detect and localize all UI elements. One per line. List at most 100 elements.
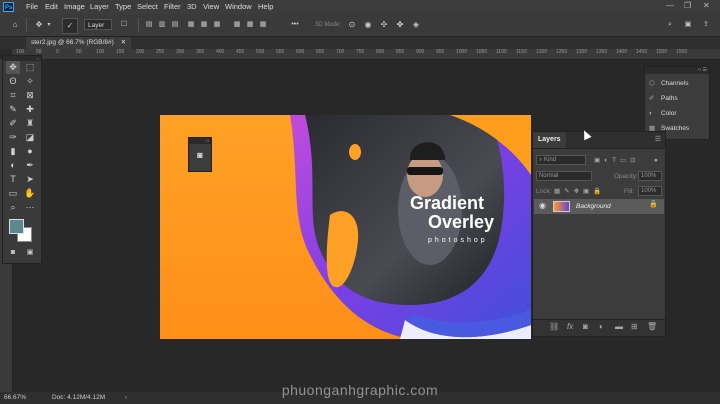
- move-tool-icon[interactable]: ✥: [6, 61, 20, 74]
- panel-collapse-icon[interactable]: ››: [189, 138, 211, 144]
- menu-edit[interactable]: Edit: [45, 2, 58, 11]
- gradient-tool-icon[interactable]: ▮: [6, 145, 20, 158]
- brush-tool-icon[interactable]: ✐: [6, 117, 20, 130]
- distribute-icon[interactable]: ▦: [258, 18, 268, 32]
- distribute-icon[interactable]: ▦: [232, 18, 242, 32]
- document-canvas[interactable]: Gradient Overley photoshop: [160, 115, 531, 339]
- history-brush-icon[interactable]: ✑: [6, 131, 20, 144]
- link-layers-icon[interactable]: ⛓: [549, 322, 559, 331]
- marquee-tool-icon[interactable]: ⬚: [23, 61, 37, 74]
- layer-thumbnail: [553, 201, 570, 212]
- pen-tool-icon[interactable]: ✒: [23, 159, 37, 172]
- blend-mode-dropdown[interactable]: Normal: [536, 171, 592, 181]
- minimize-icon[interactable]: —: [666, 1, 674, 10]
- filter-toggle-icon[interactable]: ●: [654, 154, 658, 167]
- panel-item-color[interactable]: ◐ Color: [649, 107, 677, 121]
- add-mask-icon[interactable]: ◙: [583, 322, 588, 331]
- chevron-down-icon[interactable]: ▾: [46, 18, 52, 32]
- workspace-icon[interactable]: ▣: [682, 18, 694, 32]
- move-tool-icon[interactable]: ✥: [32, 18, 46, 32]
- scale-3d-icon[interactable]: ◈: [410, 18, 422, 32]
- share-icon[interactable]: ⇪: [700, 18, 712, 32]
- tab-layers[interactable]: Layers: [533, 132, 566, 148]
- filter-row: ⌕ Kind ▣◐T▭⊡ ●: [536, 154, 662, 167]
- frame-tool-icon[interactable]: ⊠: [23, 89, 37, 102]
- ruler-tick: 1050: [476, 49, 488, 55]
- layer-dropdown[interactable]: Layer: [84, 19, 112, 30]
- foreground-color-swatch[interactable]: [9, 219, 24, 234]
- kind-filter-dropdown[interactable]: ⌕ Kind: [536, 155, 586, 165]
- lasso-tool-icon[interactable]: ʘ: [6, 75, 20, 88]
- filter-icons[interactable]: ▣◐T▭⊡: [594, 154, 640, 167]
- layers-panel: Layers ☰ ⌕ Kind ▣◐T▭⊡ ● Normal Opacity: …: [532, 131, 666, 337]
- panel-item-label: Paths: [661, 95, 678, 102]
- ruler-tick: 300: [176, 49, 185, 55]
- orbit-3d-icon[interactable]: ⊙: [346, 18, 358, 32]
- magic-wand-icon[interactable]: ✧: [23, 75, 37, 88]
- align-right-icon[interactable]: ▤: [170, 18, 180, 32]
- menu-image[interactable]: Image: [64, 2, 85, 11]
- align-center-icon[interactable]: ▥: [157, 18, 167, 32]
- menu-file[interactable]: File: [26, 2, 38, 11]
- trash-icon[interactable]: 🗑: [647, 322, 657, 331]
- menu-view[interactable]: View: [203, 2, 219, 11]
- lock-icons[interactable]: ▦✎✥▣🔒: [554, 185, 605, 198]
- panel-menu-icon[interactable]: ☰: [655, 135, 661, 143]
- menu-type[interactable]: Type: [115, 2, 131, 11]
- heal-tool-icon[interactable]: ✚: [23, 103, 37, 116]
- path-select-icon[interactable]: ➤: [23, 173, 37, 186]
- auto-select-checkbox[interactable]: ✓: [62, 18, 78, 34]
- layer-row-background[interactable]: ◉ Background 🔒: [534, 199, 664, 214]
- panel-collapse-icon[interactable]: ›› ☰: [645, 67, 709, 74]
- eye-icon[interactable]: ◉: [539, 201, 546, 210]
- align-middle-icon[interactable]: ▦: [199, 18, 209, 32]
- more-options-icon[interactable]: •••: [290, 18, 300, 32]
- menu-help[interactable]: Help: [258, 2, 273, 11]
- panel-item-channels[interactable]: ⬡ Channels: [649, 77, 688, 91]
- menu-window[interactable]: Window: [225, 2, 252, 11]
- menu-filter[interactable]: Filter: [164, 2, 181, 11]
- adjustment-layer-icon[interactable]: ◐: [599, 322, 604, 331]
- crop-tool-icon[interactable]: ⌗: [6, 89, 20, 102]
- ruler-tick: 250: [156, 49, 165, 55]
- fx-icon[interactable]: fx: [567, 322, 573, 331]
- stamp-tool-icon[interactable]: ♜: [23, 117, 37, 130]
- blur-tool-icon[interactable]: ●: [23, 145, 37, 158]
- more-tools-icon[interactable]: ⋯: [23, 201, 37, 214]
- home-icon[interactable]: ⌂: [8, 18, 22, 32]
- restore-icon[interactable]: ❐: [684, 1, 691, 10]
- eraser-tool-icon[interactable]: ◪: [23, 131, 37, 144]
- roll-3d-icon[interactable]: ◉: [362, 18, 374, 32]
- menu-layer[interactable]: Layer: [90, 2, 109, 11]
- distribute-icon[interactable]: ▦: [245, 18, 255, 32]
- panel-item-paths[interactable]: ✐ Paths: [649, 92, 678, 106]
- ruler-tick: 900: [416, 49, 425, 55]
- align-top-icon[interactable]: ▦: [186, 18, 196, 32]
- search-icon[interactable]: ⌕: [664, 18, 676, 32]
- drag-3d-icon[interactable]: ✣: [378, 18, 390, 32]
- menu-select[interactable]: Select: [137, 2, 158, 11]
- quick-mask-icon[interactable]: ◙: [6, 246, 20, 259]
- new-layer-icon[interactable]: ⊞: [631, 322, 638, 331]
- ruler-tick: 550: [276, 49, 285, 55]
- shape-tool-icon[interactable]: ▭: [6, 187, 20, 200]
- ruler-tick: 1450: [636, 49, 648, 55]
- align-left-icon[interactable]: ▤: [144, 18, 154, 32]
- menu-3d[interactable]: 3D: [187, 2, 197, 11]
- fill-input[interactable]: 100%: [638, 186, 662, 196]
- group-icon[interactable]: ▬: [615, 322, 623, 331]
- slide-3d-icon[interactable]: ✤: [394, 18, 406, 32]
- screen-mode-icon[interactable]: ▣: [23, 246, 37, 259]
- adjustments-icon[interactable]: ◙: [189, 150, 211, 160]
- type-tool-icon[interactable]: T: [6, 173, 20, 186]
- close-icon[interactable]: ✕: [703, 1, 710, 10]
- eyedropper-icon[interactable]: ✎: [6, 103, 20, 116]
- opacity-input[interactable]: 100%: [638, 171, 662, 181]
- dodge-tool-icon[interactable]: ◐: [6, 159, 20, 172]
- align-bottom-icon[interactable]: ▦: [212, 18, 222, 32]
- zoom-tool-icon[interactable]: ⌕: [6, 201, 20, 214]
- transform-controls-checkbox[interactable]: ☐: [118, 18, 130, 32]
- document-tab[interactable]: ster2.jpg @ 66.7% (RGB/8#) ✕: [26, 37, 132, 49]
- hand-tool-icon[interactable]: ✋: [23, 187, 37, 200]
- close-tab-icon[interactable]: ✕: [121, 39, 126, 46]
